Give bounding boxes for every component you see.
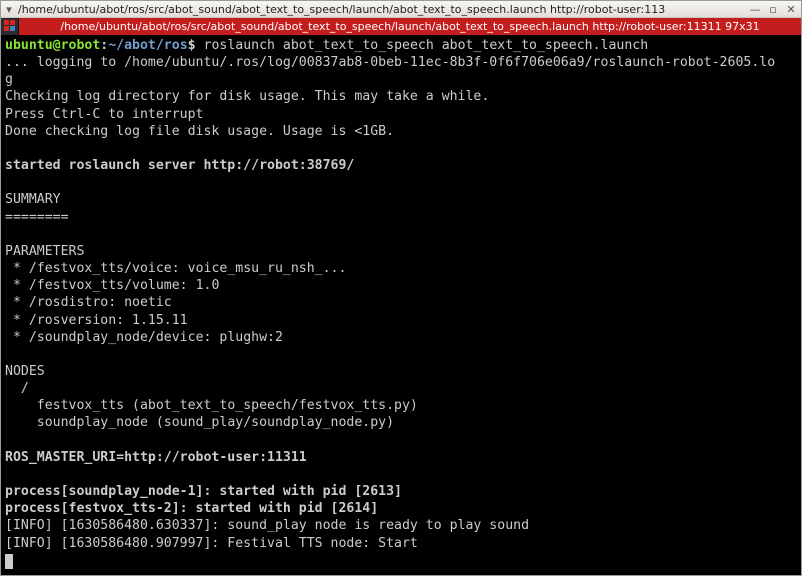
prompt-cwd: ~/abot/ros [108,38,187,53]
output-line: festvox_tts (abot_text_to_speech/festvox… [5,398,418,413]
output-line: process[soundplay_node-1]: started with … [5,484,402,499]
output-line: * /rosversion: 1.15.11 [5,313,188,328]
output-line: PARAMETERS [5,244,84,259]
output-line: started roslaunch server http://robot:38… [5,158,354,173]
output-line: process[festvox_tts-2]: started with pid… [5,501,378,516]
window-menu-icon[interactable]: ▾ [3,3,15,16]
output-line: * /soundplay_node/device: plughw:2 [5,330,283,345]
tabbar: /home/ubuntu/abot/ros/src/abot_sound/abo… [1,18,801,35]
output-line: ROS_MASTER_URI=http://robot-user:11311 [5,450,307,465]
window-controls: — ▫ ✕ [749,3,797,15]
minimize-button[interactable]: — [749,3,761,15]
tab-active[interactable]: /home/ubuntu/abot/ros/src/abot_sound/abo… [19,18,801,35]
output-line: * /rosdistro: noetic [5,295,172,310]
output-line: NODES [5,364,45,379]
output-line: ======== [5,210,69,225]
prompt-sep2: $ [188,38,204,53]
window-title: /home/ubuntu/abot/ros/src/abot_sound/abo… [15,3,749,16]
output-line: [INFO] [1630586480.630337]: sound_play n… [5,518,529,533]
output-line: * /festvox_tts/voice: voice_msu_ru_nsh_.… [5,261,346,276]
output-line: g [5,72,13,87]
output-line: * /festvox_tts/volume: 1.0 [5,278,219,293]
output-line: Checking log directory for disk usage. T… [5,89,489,104]
output-line: SUMMARY [5,192,61,207]
command-text: roslaunch abot_text_to_speech abot_text_… [204,38,649,53]
terminal[interactable]: ubuntu@robot:~/abot/ros$ roslaunch abot_… [1,35,801,575]
output-line: soundplay_node (sound_play/soundplay_nod… [5,415,394,430]
titlebar[interactable]: ▾ /home/ubuntu/abot/ros/src/abot_sound/a… [1,1,801,18]
prompt-userhost: ubuntu@robot [5,38,100,53]
maximize-button[interactable]: ▫ [767,3,779,15]
output-line: Done checking log file disk usage. Usage… [5,124,394,139]
output-line: / [5,381,29,396]
cursor [5,554,13,569]
output-line: Press Ctrl-C to interrupt [5,107,204,122]
output-line: [INFO] [1630586480.907997]: Festival TTS… [5,536,418,551]
tab-label: /home/ubuntu/abot/ros/src/abot_sound/abo… [60,20,759,33]
window-frame: ▾ /home/ubuntu/abot/ros/src/abot_sound/a… [0,0,802,576]
output-line: ... logging to /home/ubuntu/.ros/log/008… [5,55,775,70]
close-button[interactable]: ✕ [785,3,797,15]
terminator-icon[interactable] [1,18,19,35]
